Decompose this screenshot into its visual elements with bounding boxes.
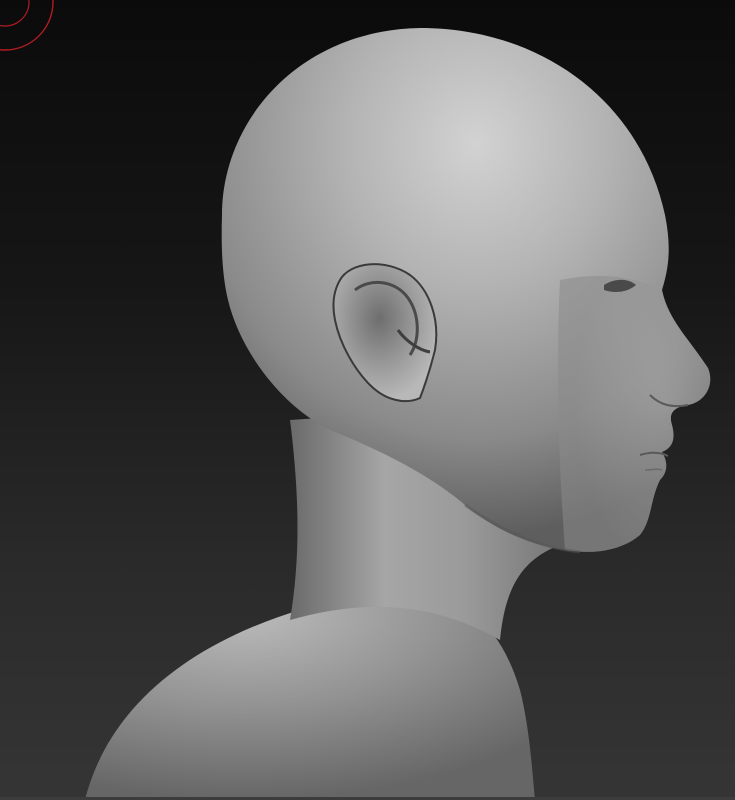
sculpt-model-head[interactable] bbox=[0, 0, 735, 800]
3d-viewport[interactable] bbox=[0, 0, 735, 800]
